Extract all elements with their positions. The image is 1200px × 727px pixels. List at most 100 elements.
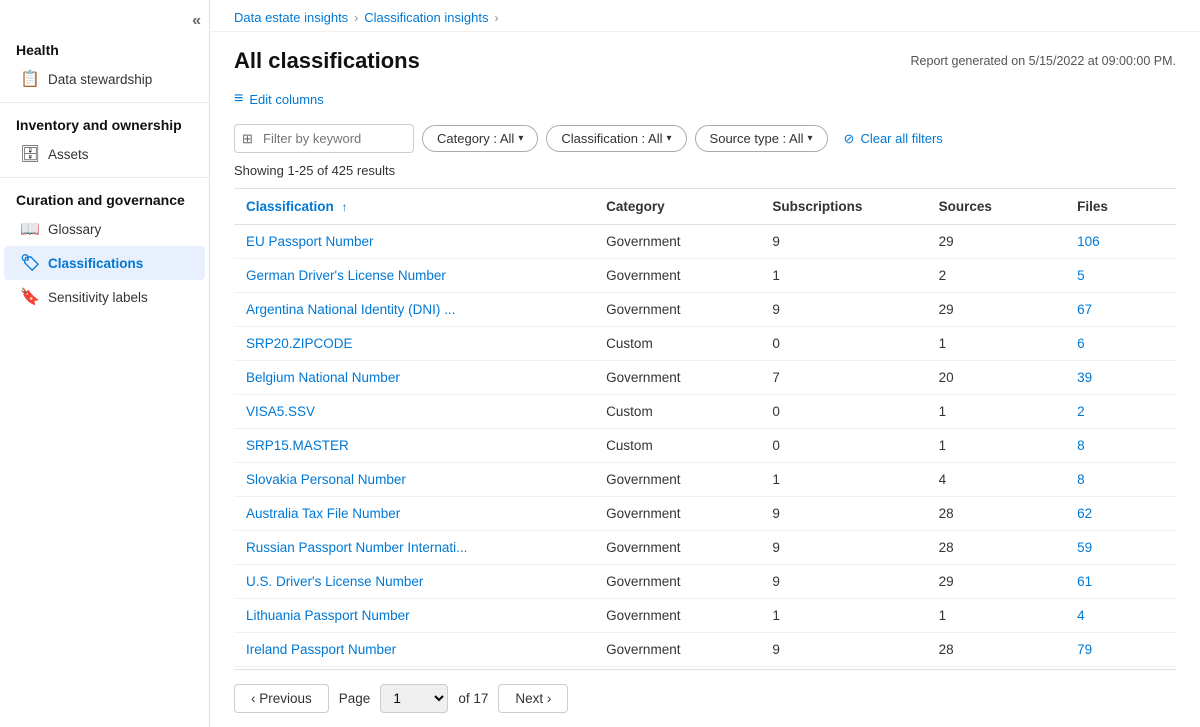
cell-classification[interactable]: SRP15.MASTER [234, 429, 594, 463]
cell-files[interactable]: 8 [1065, 463, 1176, 497]
classification-link[interactable]: Slovakia Personal Number [246, 472, 406, 487]
files-link[interactable]: 8 [1077, 472, 1085, 487]
page-title: All classifications [234, 48, 420, 74]
cell-subscriptions: 9 [760, 225, 926, 259]
cell-files[interactable]: 79 [1065, 633, 1176, 667]
cell-category: Government [594, 293, 760, 327]
files-link[interactable]: 67 [1077, 302, 1092, 317]
cell-files[interactable]: 67 [1065, 293, 1176, 327]
classifications-table-wrap[interactable]: Classification ↑ Category Subscriptions … [234, 188, 1176, 669]
classification-link[interactable]: Lithuania Passport Number [246, 608, 410, 623]
sidebar-section-curation[interactable]: Curation and governance [0, 184, 209, 212]
cell-files[interactable]: 2 [1065, 395, 1176, 429]
classification-link[interactable]: SRP20.ZIPCODE [246, 336, 353, 351]
cell-files[interactable]: 8 [1065, 429, 1176, 463]
files-link[interactable]: 79 [1077, 642, 1092, 657]
col-header-classification[interactable]: Classification ↑ [234, 189, 594, 225]
sidebar-section-health[interactable]: Health [0, 34, 209, 62]
files-link[interactable]: 6 [1077, 336, 1085, 351]
edit-columns-label: Edit columns [249, 92, 323, 107]
files-link[interactable]: 8 [1077, 438, 1085, 453]
sidebar-item-sensitivity-labels[interactable]: 🔖 Sensitivity labels [4, 280, 205, 314]
collapse-button[interactable]: « [0, 8, 209, 34]
classification-link[interactable]: Belgium National Number [246, 370, 400, 385]
table-body: EU Passport NumberGovernment929106German… [234, 225, 1176, 670]
cell-classification[interactable]: Lithuania Passport Number [234, 599, 594, 633]
cell-files[interactable]: 59 [1065, 531, 1176, 565]
breadcrumb: Data estate insights › Classification in… [210, 0, 1200, 32]
cell-files[interactable]: 6 [1065, 327, 1176, 361]
cell-files[interactable]: 4 [1065, 599, 1176, 633]
classification-link[interactable]: Russian Passport Number Internati... [246, 540, 467, 555]
collapse-icon[interactable]: « [192, 12, 201, 30]
cell-classification[interactable]: VISA5.SSV [234, 395, 594, 429]
category-filter-label: Category : All [437, 131, 514, 146]
classification-link[interactable]: Australia Tax File Number [246, 506, 400, 521]
cell-files[interactable]: 61 [1065, 565, 1176, 599]
cell-sources: 28 [927, 633, 1066, 667]
files-link[interactable]: 59 [1077, 540, 1092, 555]
cell-subscriptions: 9 [760, 531, 926, 565]
cell-classification[interactable]: Slovakia Personal Number [234, 463, 594, 497]
classification-filter-pill[interactable]: Classification : All ▾ [546, 125, 686, 152]
cell-classification[interactable]: U.S. Driver's License Number [234, 565, 594, 599]
cell-classification[interactable]: Australia Tax File Number [234, 497, 594, 531]
page-select[interactable]: 1234567891011121314151617 [380, 684, 448, 713]
classification-link[interactable]: VISA5.SSV [246, 404, 315, 419]
col-header-category[interactable]: Category [594, 189, 760, 225]
classification-dropdown-icon: ▾ [667, 133, 672, 144]
sidebar-item-data-stewardship[interactable]: 📋 Data stewardship [4, 62, 205, 96]
files-link[interactable]: 62 [1077, 506, 1092, 521]
cell-classification[interactable]: EU Passport Number [234, 225, 594, 259]
sidebar-item-assets[interactable]: 🗄 Assets [4, 137, 205, 171]
classification-link[interactable]: EU Passport Number [246, 234, 374, 249]
col-header-subscriptions[interactable]: Subscriptions [760, 189, 926, 225]
breadcrumb-data-estate[interactable]: Data estate insights [234, 10, 348, 25]
cell-classification[interactable]: Belgium National Number [234, 361, 594, 395]
classification-link[interactable]: Argentina National Identity (DNI) ... [246, 302, 455, 317]
cell-classification[interactable]: SRP20.ZIPCODE [234, 327, 594, 361]
classification-link[interactable]: SRP15.MASTER [246, 438, 349, 453]
clear-all-filters-button[interactable]: ⊘ Clear all filters [836, 127, 951, 151]
next-button[interactable]: Next › [498, 684, 568, 713]
sidebar-item-glossary[interactable]: 📖 Glossary [4, 212, 205, 246]
files-link[interactable]: 4 [1077, 608, 1085, 623]
cell-sources: 20 [927, 361, 1066, 395]
table-row: Belgium National NumberGovernment72039 [234, 361, 1176, 395]
col-header-files[interactable]: Files [1065, 189, 1176, 225]
data-stewardship-icon: 📋 [20, 69, 40, 89]
cell-category: Government [594, 225, 760, 259]
files-link[interactable]: 2 [1077, 404, 1085, 419]
cell-classification[interactable]: Latvia Driver's License Number [234, 667, 594, 670]
cell-subscriptions: 9 [760, 633, 926, 667]
classification-link[interactable]: German Driver's License Number [246, 268, 446, 283]
cell-classification[interactable]: German Driver's License Number [234, 259, 594, 293]
category-filter-pill[interactable]: Category : All ▾ [422, 125, 538, 152]
files-link[interactable]: 39 [1077, 370, 1092, 385]
cell-files[interactable]: 5 [1065, 259, 1176, 293]
clear-filters-icon: ⊘ [844, 131, 855, 147]
previous-button[interactable]: ‹ Previous [234, 684, 329, 713]
cell-classification[interactable]: Ireland Passport Number [234, 633, 594, 667]
breadcrumb-classification-insights[interactable]: Classification insights [364, 10, 488, 25]
col-header-sources[interactable]: Sources [927, 189, 1066, 225]
edit-columns-button[interactable]: ≡ Edit columns [234, 86, 1176, 112]
classifications-icon: 🏷 [20, 253, 40, 273]
source-type-filter-pill[interactable]: Source type : All ▾ [695, 125, 828, 152]
classification-link[interactable]: Ireland Passport Number [246, 642, 396, 657]
files-link[interactable]: 106 [1077, 234, 1100, 249]
cell-files[interactable]: 62 [1065, 497, 1176, 531]
cell-files[interactable]: 39 [1065, 361, 1176, 395]
classification-link[interactable]: U.S. Driver's License Number [246, 574, 423, 589]
page-of-label: of 17 [458, 691, 488, 706]
cell-files[interactable]: 106 [1065, 225, 1176, 259]
cell-subscriptions: 0 [760, 429, 926, 463]
sidebar-section-inventory[interactable]: Inventory and ownership [0, 109, 209, 137]
sidebar-item-classifications[interactable]: 🏷 Classifications [4, 246, 205, 280]
files-link[interactable]: 5 [1077, 268, 1085, 283]
cell-classification[interactable]: Argentina National Identity (DNI) ... [234, 293, 594, 327]
files-link[interactable]: 61 [1077, 574, 1092, 589]
cell-subscriptions: 7 [760, 361, 926, 395]
keyword-filter-input[interactable] [234, 124, 414, 153]
cell-classification[interactable]: Russian Passport Number Internati... [234, 531, 594, 565]
